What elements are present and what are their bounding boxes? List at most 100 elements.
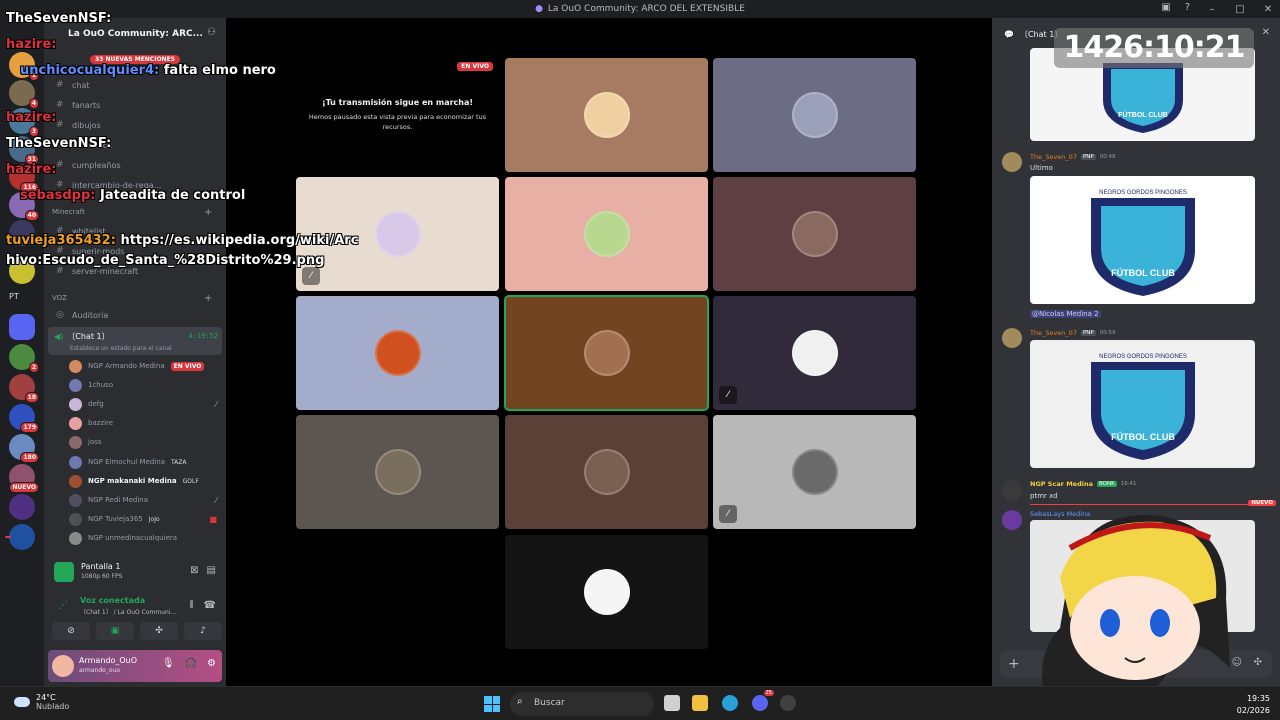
server-icon[interactable]: 18 — [9, 374, 39, 403]
microphone-icon[interactable]: 🎙 — [162, 658, 175, 669]
discord-icon[interactable]: 25 — [752, 690, 774, 711]
voice-member[interactable]: bazzire — [69, 416, 219, 430]
avatar — [791, 92, 838, 138]
avatar[interactable] — [1002, 152, 1022, 172]
voice-member[interactable]: NGP Elmochul Medina TAZA — [69, 455, 219, 469]
participant-tile[interactable] — [504, 295, 709, 411]
participant-tile[interactable] — [505, 58, 708, 172]
weather-widget[interactable]: 24°C Nublado — [14, 693, 69, 711]
user-panel: Armando_OuO armando_ouo 🎙 🎧 ⚙ — [48, 650, 222, 682]
headphones-icon[interactable]: 🎧 — [185, 658, 197, 669]
voice-member[interactable]: NGP Redi Medina ⁄ — [69, 493, 219, 507]
server-icon[interactable]: 179 — [9, 404, 39, 433]
search-box[interactable]: ⌕ Buscar — [510, 692, 654, 716]
voice-member[interactable]: 1chuso — [69, 378, 219, 392]
hash-icon: # — [56, 100, 64, 110]
voice-member[interactable]: NGP Tuvieja365 JoJo ■ — [69, 512, 219, 526]
noise-suppression-icon[interactable]: ⫴ — [189, 600, 193, 611]
activities-button[interactable]: ✣ — [140, 622, 178, 640]
server-icon[interactable]: 2 — [9, 344, 39, 373]
message-text: ptmr xd — [1030, 492, 1058, 500]
avatar — [69, 416, 82, 430]
channel-cumpleanos[interactable]: # cumpleaños — [56, 158, 121, 172]
avatar — [583, 211, 630, 257]
apps-icon[interactable]: ✣ — [1254, 657, 1262, 668]
file-explorer-icon[interactable] — [692, 695, 708, 711]
category-voz[interactable]: VOZ + — [52, 293, 212, 304]
stream-paused-card[interactable]: EN VIVO ¡Tu transmisión sigue en marcha!… — [296, 58, 499, 172]
avatar — [791, 330, 838, 376]
channel-chat[interactable]: # chat — [56, 78, 90, 92]
stop-stream-icon[interactable]: ⊠ — [190, 565, 198, 576]
gear-icon[interactable]: ⚙ — [207, 658, 216, 669]
avatar[interactable] — [1002, 480, 1022, 500]
avatar[interactable] — [1002, 328, 1022, 348]
help-icon[interactable]: ? — [1185, 2, 1190, 13]
voice-member[interactable]: defg ⁄ — [69, 397, 219, 411]
camera-off-button[interactable]: ⊘ — [52, 622, 90, 640]
server-icon[interactable] — [9, 494, 35, 520]
participant-tile[interactable] — [505, 415, 708, 529]
avatar — [583, 449, 630, 495]
avatar — [69, 435, 82, 449]
screen-share-icon — [54, 562, 74, 582]
voice-status-prompt[interactable]: Establece un estado para el canal — [70, 345, 172, 352]
participant-tile[interactable] — [713, 177, 916, 291]
channel-dibujos[interactable]: # dibujos — [56, 118, 101, 132]
minimize-button[interactable]: – — [1206, 4, 1218, 15]
message-image[interactable]: NEGROS GORDOS PINGONES FÚTBOL CLUB — [1030, 176, 1255, 304]
voice-member[interactable]: joss — [69, 435, 219, 449]
active-voice-channel[interactable]: ◀) 〔Chat 1〕 4:19:52 Establece un estado p… — [48, 327, 222, 355]
stream-settings-icon[interactable]: ▤ — [207, 565, 216, 576]
voice-member[interactable]: NGP unmedinacualquiera — [69, 531, 219, 545]
app-icon[interactable] — [780, 695, 796, 711]
radio-icon: ◎ — [56, 310, 64, 320]
add-channel-icon[interactable]: + — [204, 207, 212, 218]
clock[interactable]: 19:35 02/2026 — [1237, 693, 1270, 717]
attach-icon[interactable]: + — [1008, 656, 1020, 672]
avatar — [374, 449, 421, 495]
voice-member[interactable]: NGP Armando Medina EN VIVO — [69, 359, 219, 373]
participant-tile[interactable] — [296, 296, 499, 410]
avatar — [374, 330, 421, 376]
search-icon: ⌕ — [517, 696, 523, 707]
server-icon[interactable] — [9, 524, 35, 550]
server-icon[interactable] — [9, 314, 35, 340]
participant-tile[interactable]: ⁄ — [713, 415, 916, 529]
avatar[interactable] — [1002, 510, 1022, 530]
avatar[interactable] — [52, 655, 74, 677]
server-icon[interactable]: 4 — [9, 80, 39, 109]
inbox-icon[interactable]: ▣ — [1161, 2, 1170, 13]
add-member-icon[interactable]: ⚇ — [207, 27, 216, 38]
participant-tile[interactable] — [505, 177, 708, 291]
svg-text:FÚTBOL CLUB: FÚTBOL CLUB — [1111, 431, 1175, 442]
channel-fanarts[interactable]: # fanarts — [56, 98, 100, 112]
participant-tile[interactable] — [713, 58, 916, 172]
category-minecraft[interactable]: Minecraft + — [52, 207, 212, 218]
overlay-chat-line: TheSevenNSF: — [6, 136, 112, 151]
task-view-icon[interactable] — [664, 695, 680, 711]
channel-auditoria[interactable]: ◎ Auditoría — [56, 308, 108, 322]
maximize-button[interactable]: □ — [1234, 4, 1246, 15]
message-image[interactable]: NEGROS GORDOS PINGONES FÚTBOL CLUB — [1030, 340, 1255, 468]
speaker-icon: ◀) — [54, 332, 64, 341]
participant-tile[interactable]: ⁄ — [713, 296, 916, 410]
server-icon[interactable]: NUEVO — [9, 464, 39, 493]
message-mention[interactable]: @Nicolas Medina 2 — [1030, 310, 1101, 318]
stream-timer: 1426:10:21 — [1054, 28, 1254, 68]
edge-icon[interactable] — [722, 695, 738, 711]
screen-share-button[interactable]: ▣ — [96, 622, 134, 640]
avatar — [374, 211, 421, 257]
participant-tile[interactable] — [505, 535, 708, 649]
disconnect-icon[interactable]: ☎ — [204, 600, 216, 611]
add-channel-icon[interactable]: + — [204, 293, 212, 304]
channel-sidebar: La OuO Community: ARC... ⚇ 33 NUEVAS MEN… — [44, 18, 226, 686]
participant-tile[interactable] — [296, 415, 499, 529]
soundboard-button[interactable]: ♪ — [184, 622, 222, 640]
close-button[interactable]: ✕ — [1262, 4, 1274, 15]
server-icon[interactable]: 180 — [9, 434, 39, 463]
voice-member[interactable]: NGP makanaki Medina GOLF — [69, 474, 219, 488]
hash-icon: # — [56, 80, 64, 90]
start-button[interactable] — [484, 696, 500, 712]
close-icon[interactable]: ✕ — [1262, 27, 1270, 38]
